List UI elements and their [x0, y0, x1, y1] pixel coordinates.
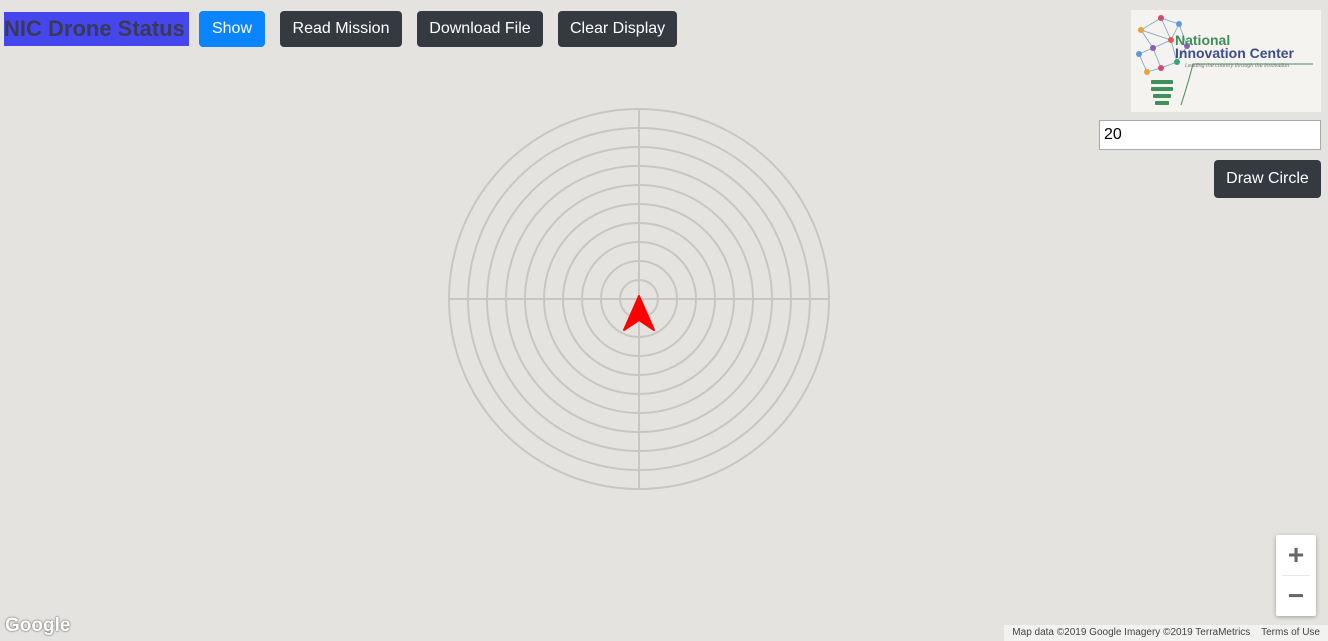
zoom-control: + − — [1276, 535, 1316, 616]
show-button[interactable]: Show — [199, 11, 265, 47]
google-logo[interactable]: Google — [5, 615, 70, 637]
map-canvas[interactable] — [0, 0, 1328, 641]
zoom-out-button[interactable]: − — [1276, 576, 1316, 616]
zoom-in-button[interactable]: + — [1276, 535, 1316, 575]
lightbulb-network-icon: National Innovation Center Leading the c… — [1136, 15, 1313, 106]
page-title: NIC Drone Status — [4, 12, 189, 46]
clear-display-button[interactable]: Clear Display — [558, 11, 677, 47]
logo-tagline: Leading the country through the innovati… — [1185, 63, 1289, 69]
radius-input[interactable] — [1099, 120, 1321, 150]
draw-circle-button[interactable]: Draw Circle — [1214, 160, 1321, 198]
logo-line2: Innovation Center — [1175, 45, 1295, 61]
radar-overlay — [448, 108, 830, 490]
download-file-button[interactable]: Download File — [417, 11, 543, 47]
terms-of-use-link[interactable]: Terms of Use — [1257, 627, 1324, 638]
nic-logo: National Innovation Center Leading the c… — [1131, 10, 1321, 112]
map-attribution: Map data ©2019 Google Imagery ©2019 Terr… — [1004, 625, 1328, 641]
map-data-text[interactable]: Map data ©2019 Google Imagery ©2019 Terr… — [1008, 627, 1254, 638]
read-mission-button[interactable]: Read Mission — [280, 11, 402, 47]
